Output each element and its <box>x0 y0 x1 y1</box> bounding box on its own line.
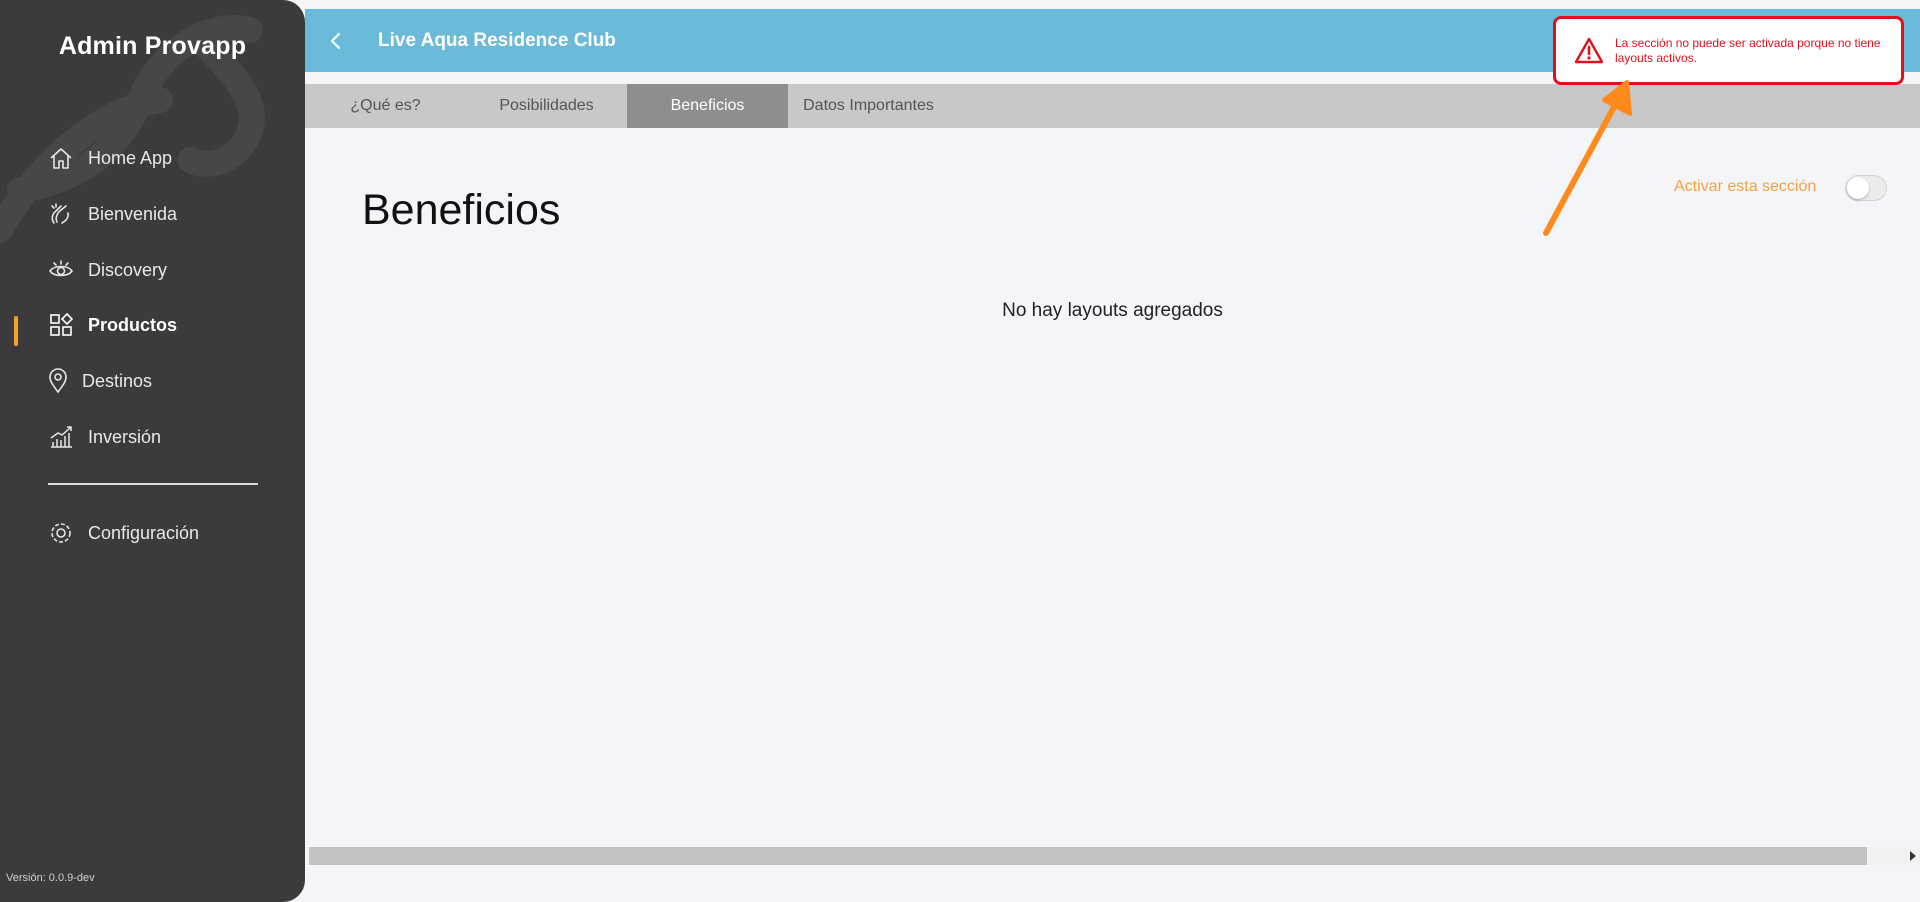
eye-icon <box>48 257 74 283</box>
back-button[interactable] <box>319 24 353 58</box>
home-icon <box>48 145 74 171</box>
tab-beneficios[interactable]: Beneficios <box>627 84 788 128</box>
sidebar-item-configuracion[interactable]: Configuración <box>48 516 199 550</box>
sidebar-item-inversion[interactable]: Inversión <box>48 420 161 454</box>
sidebar-item-label: Productos <box>88 314 178 335</box>
header-title: Live Aqua Residence Club <box>378 29 616 51</box>
scroll-right-arrow-icon[interactable] <box>1910 851 1916 861</box>
scrollbar-thumb[interactable] <box>309 847 1867 865</box>
grid-diamond-icon <box>48 312 74 338</box>
sidebar-item-productos[interactable]: Productos <box>48 308 177 342</box>
sidebar-item-discovery[interactable]: Discovery <box>48 253 167 287</box>
active-indicator <box>14 316 18 346</box>
gear-icon <box>48 520 74 546</box>
sidebar-item-label: Home App <box>88 147 173 168</box>
chevron-left-icon <box>330 32 341 49</box>
tab-datos-importantes[interactable]: Datos Importantes <box>788 84 949 128</box>
sidebar-item-destinos[interactable]: Destinos <box>48 364 152 398</box>
error-alert: La sección no puede ser activada porque … <box>1553 16 1904 85</box>
app-title: Admin Provapp <box>58 32 247 60</box>
tab-que-es[interactable]: ¿Qué es? <box>305 84 466 128</box>
sidebar-item-label: Bienvenida <box>88 203 178 224</box>
page-title: Beneficios <box>362 186 561 234</box>
growth-chart-icon <box>48 424 74 450</box>
sidebar-divider <box>48 483 258 485</box>
sidebar-item-label: Inversión <box>88 426 162 447</box>
alert-message: La sección no puede ser activada porque … <box>1615 35 1881 65</box>
sidebar-item-label: Configuración <box>88 522 200 543</box>
section-tabs: ¿Qué es? Posibilidades Beneficios Datos … <box>305 84 1920 128</box>
sidebar-item-home-app[interactable]: Home App <box>48 141 172 175</box>
sidebar-item-label: Destinos <box>82 370 153 391</box>
sidebar-item-label: Discovery <box>88 259 168 280</box>
toggle-knob <box>1847 177 1869 199</box>
empty-state-message: No hay layouts agregados <box>1002 300 1223 321</box>
warning-icon <box>1574 37 1604 63</box>
sidebar-item-bienvenida[interactable]: Bienvenida <box>48 197 177 231</box>
activate-section-toggle[interactable] <box>1845 175 1887 201</box>
clapping-hands-icon <box>48 201 74 227</box>
location-pin-icon <box>48 368 68 394</box>
toggle-label: Activar esta sección <box>1674 178 1817 195</box>
horizontal-scrollbar[interactable] <box>309 847 1920 865</box>
tab-posibilidades[interactable]: Posibilidades <box>466 84 627 128</box>
sidebar: Admin Provapp Home App Bienvenida Discov… <box>0 0 305 902</box>
version-label: Versión: 0.0.9-dev <box>6 872 95 884</box>
